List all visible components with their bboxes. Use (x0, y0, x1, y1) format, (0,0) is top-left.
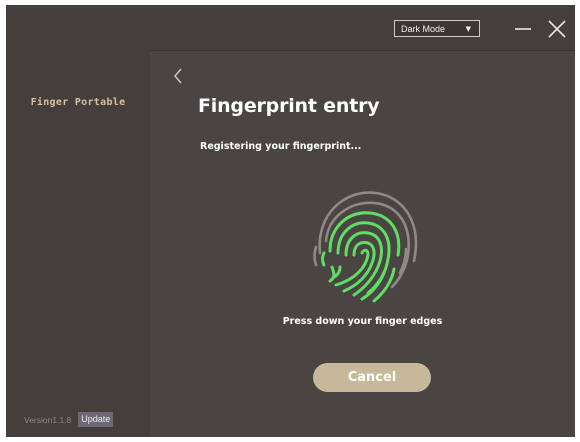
caret-down-icon: ▼ (465, 25, 471, 33)
app-name: Finger Portable (30, 97, 126, 108)
main-content: Fingerprint entry Registering your finge… (150, 51, 575, 437)
page-title: Fingerprint entry (198, 95, 380, 117)
minimize-icon[interactable] (511, 17, 535, 41)
cancel-button[interactable]: Cancel (313, 363, 431, 392)
title-bar: Dark Mode ▼ (150, 5, 575, 50)
theme-dropdown-value: Dark Mode (401, 23, 446, 34)
update-button[interactable]: Update (78, 412, 114, 427)
chevron-left-icon[interactable] (171, 66, 185, 86)
status-text: Registering your fingerprint... (200, 141, 362, 152)
instruction-text: Press down your finger edges (282, 316, 443, 327)
theme-dropdown[interactable]: Dark Mode ▼ (394, 20, 480, 37)
version-label: Version1.1.8 (24, 414, 72, 425)
sidebar: Finger Portable Version1.1.8 Update (6, 5, 150, 437)
close-icon[interactable] (545, 17, 569, 41)
version-row: Version1.1.8 Update (24, 412, 114, 427)
fingerprint-icon (313, 191, 418, 303)
app-window: Finger Portable Version1.1.8 Update Dark… (6, 5, 575, 437)
